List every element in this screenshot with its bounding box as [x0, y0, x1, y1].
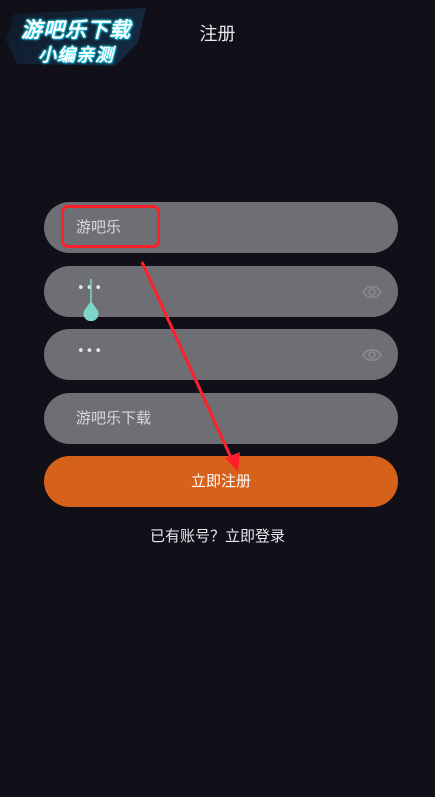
confirm-password-field[interactable]: •••: [44, 329, 398, 380]
eye-icon[interactable]: [362, 345, 382, 365]
login-link[interactable]: 已有账号？立即登录: [0, 525, 435, 546]
annotation-highlight-box: [61, 205, 160, 248]
nickname-value: 游吧乐下载: [76, 409, 152, 427]
nickname-field[interactable]: 游吧乐下载: [44, 393, 398, 444]
page-title: 注册: [199, 24, 236, 45]
confirm-password-masked-value: •••: [77, 344, 104, 359]
text-cursor-handle[interactable]: [82, 279, 100, 321]
register-button[interactable]: 立即注册: [44, 456, 398, 507]
eye-icon[interactable]: [362, 282, 382, 302]
